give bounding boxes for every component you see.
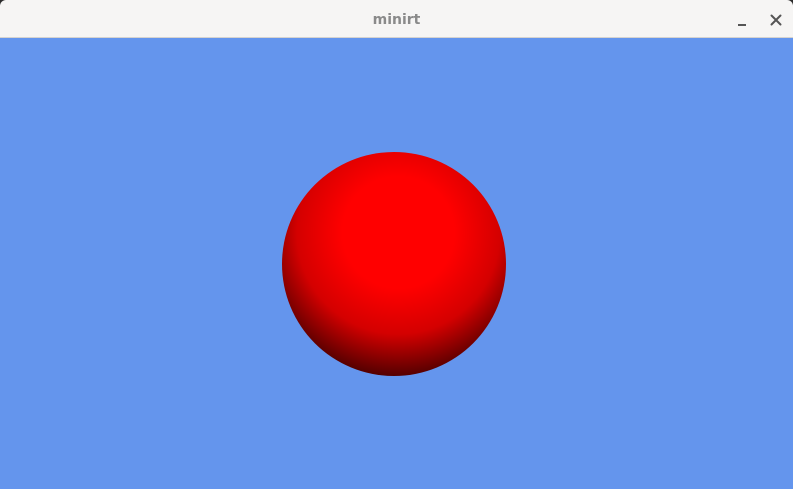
minirt-window: minirt: [0, 0, 793, 489]
close-icon: [770, 14, 782, 26]
minimize-icon: [738, 24, 746, 26]
red-sphere: [282, 152, 506, 376]
minimize-button[interactable]: [731, 9, 753, 31]
window-title: minirt: [372, 12, 421, 28]
render-canvas: [0, 38, 793, 489]
render-scene: [282, 152, 506, 376]
close-button[interactable]: [765, 9, 787, 31]
title-bar[interactable]: minirt: [0, 0, 793, 38]
